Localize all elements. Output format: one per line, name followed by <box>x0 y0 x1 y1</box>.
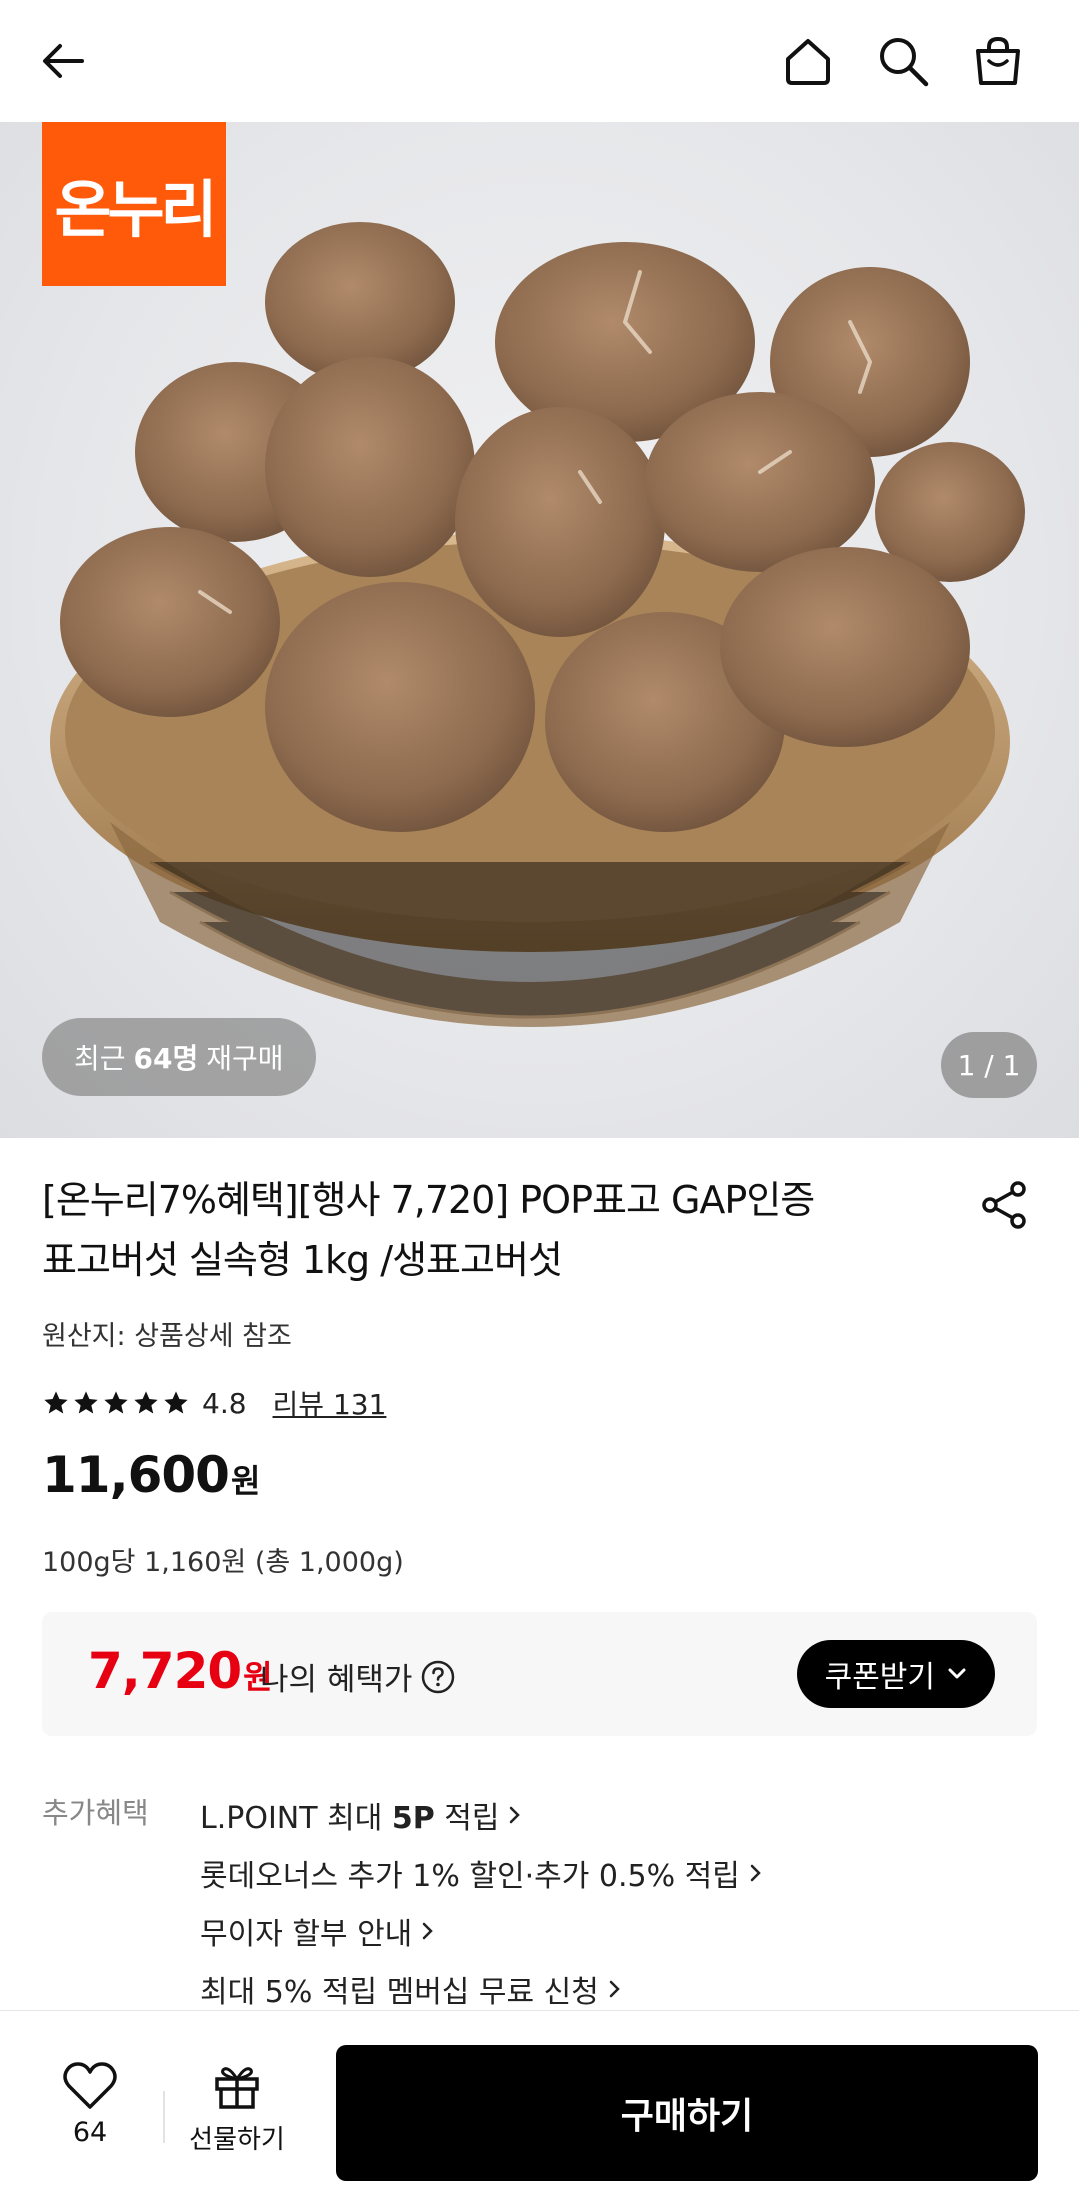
product-image[interactable]: 온누리 최근 64명 재구매 1 / 1 <box>0 122 1079 1138</box>
benefit-label-row: 나의 혜택가 <box>260 1654 456 1699</box>
like-button[interactable]: 64 <box>50 2061 130 2148</box>
chevron-right-icon <box>510 1806 521 1824</box>
brand-badge: 온누리 <box>42 122 226 286</box>
help-icon[interactable] <box>420 1659 456 1695</box>
rating-stars <box>42 1389 190 1417</box>
chevron-right-icon <box>423 1922 434 1940</box>
heart-icon <box>63 2062 117 2109</box>
extra-benefit-installment[interactable]: 무이자 할부 안내 <box>200 1902 762 1960</box>
rebuy-count: 64명 <box>133 1042 199 1075</box>
origin-info: 원산지: 상품상세 참조 <box>42 1321 292 1352</box>
extra-benefits-list: L.POINT 최대 5P 적립 롯데오너스 추가 1% 할인·추가 0.5% … <box>200 1786 762 2018</box>
benefit-label: 나의 혜택가 <box>260 1662 413 1698</box>
arrow-left-icon <box>43 44 84 78</box>
product-title-line2: 표고버섯 실속형 1kg /생표고버섯 <box>42 1238 563 1282</box>
product-title: [온누리7%혜택][행사 7,720] POP표고 GAP인증 표고버섯 실속형… <box>42 1170 922 1290</box>
benefit-price-box: 7,720 원 나의 혜택가 쿠폰받기 <box>42 1612 1037 1736</box>
gift-icon <box>215 2067 259 2109</box>
extra-benefit-text: 무이자 할부 안내 <box>200 1917 413 1952</box>
extra-benefit-text: 최대 5% 적립 멤버십 무료 신청 <box>200 1975 599 2010</box>
shopping-bag-icon <box>976 36 1020 85</box>
star-icon <box>164 1391 188 1414</box>
review-link[interactable]: 리뷰 131 <box>273 1383 387 1423</box>
price-unit: 원 <box>230 1462 261 1500</box>
star-icon <box>44 1391 68 1414</box>
rating-value: 4.8 <box>202 1386 247 1420</box>
coupon-button-label: 쿠폰받기 <box>824 1660 935 1695</box>
price-amount: 11,600 <box>42 1446 230 1504</box>
share-icon <box>982 1181 1026 1229</box>
rebuy-suffix: 재구매 <box>206 1042 284 1075</box>
benefit-price-amount: 7,720 <box>88 1642 242 1700</box>
extra-benefit-lotte-owners[interactable]: 롯데오너스 추가 1% 할인·추가 0.5% 적립 <box>200 1844 762 1902</box>
product-title-line1: [온누리7%혜택][행사 7,720] POP표고 GAP인증 <box>42 1178 815 1222</box>
divider <box>163 2091 165 2143</box>
unit-price: 100g당 1,160원 (총 1,000g) <box>42 1547 404 1578</box>
image-counter: 1 / 1 <box>941 1032 1037 1098</box>
rating-row: 4.8 리뷰 131 <box>42 1383 386 1423</box>
search-button[interactable] <box>868 26 938 96</box>
extra-benefit-lpoint[interactable]: L.POINT 최대 5P 적립 <box>200 1786 762 1844</box>
bottom-action-bar: 64 선물하기 구매하기 <box>0 2010 1079 2212</box>
star-icon <box>74 1391 98 1414</box>
back-button[interactable] <box>28 26 98 96</box>
share-button[interactable] <box>972 1172 1038 1238</box>
chevron-right-icon <box>750 1864 761 1882</box>
search-icon <box>880 38 929 87</box>
like-count: 64 <box>72 2117 108 2148</box>
benefit-price: 7,720 원 <box>88 1642 273 1700</box>
extra-benefit-text: 적립 <box>434 1801 500 1836</box>
extra-benefit-text: 롯데오너스 추가 1% 할인·추가 0.5% 적립 <box>200 1859 740 1894</box>
rebuy-prefix: 최근 <box>74 1042 126 1075</box>
chevron-down-icon <box>948 1668 966 1679</box>
home-icon <box>786 39 830 85</box>
star-icon <box>104 1391 128 1414</box>
cart-button[interactable] <box>963 26 1033 96</box>
top-app-bar <box>0 0 1079 122</box>
extra-benefit-bold: 5P <box>391 1801 435 1836</box>
gift-button[interactable]: 선물하기 <box>182 2061 292 2156</box>
gift-label: 선물하기 <box>189 2125 285 2155</box>
extra-benefit-text: L.POINT 최대 <box>200 1801 392 1836</box>
chevron-right-icon <box>609 1980 620 1998</box>
rebuy-badge: 최근 64명 재구매 <box>42 1018 316 1096</box>
coupon-button[interactable]: 쿠폰받기 <box>796 1640 995 1708</box>
home-button[interactable] <box>773 26 843 96</box>
extra-benefits-label: 추가혜택 <box>42 1796 149 1830</box>
buy-button[interactable]: 구매하기 <box>336 2045 1038 2181</box>
star-icon <box>134 1391 158 1414</box>
original-price: 11,600 원 <box>42 1446 260 1504</box>
